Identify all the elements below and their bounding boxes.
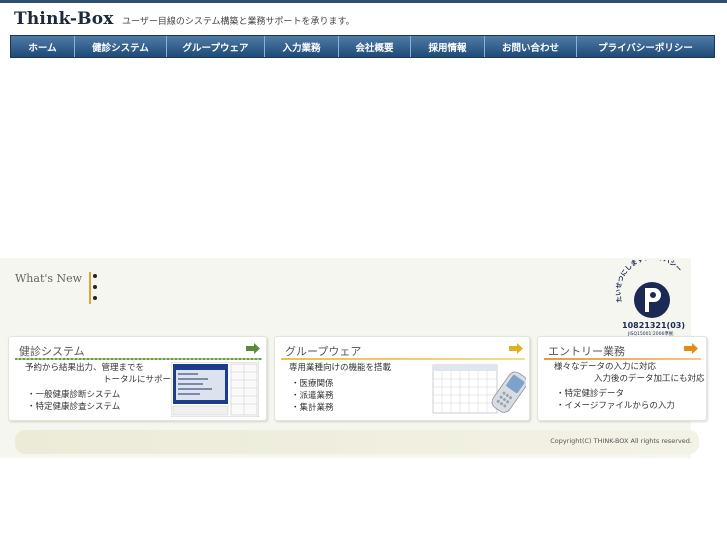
arrow-right-icon[interactable] <box>684 343 698 354</box>
card-divider <box>544 358 701 360</box>
list-item[interactable]: ・特定健康診査システム <box>27 401 120 413</box>
news-title: What's New <box>15 272 83 285</box>
card-title: グループウェア <box>285 345 362 358</box>
site-tagline: ユーザー目線のシステム構築と業務サポートを承ります。 <box>122 17 355 27</box>
news-divider <box>89 272 91 304</box>
arrow-right-icon[interactable] <box>509 343 523 354</box>
nav-recruit[interactable]: 採用情報 <box>411 36 485 57</box>
card-list: ・特定健診データ ・イメージファイルからの入力 <box>556 388 675 412</box>
nav-company[interactable]: 会社概要 <box>339 36 411 57</box>
news-item[interactable] <box>93 271 101 282</box>
card-description: 様々なデータの入力に対応 <box>554 362 657 372</box>
list-item[interactable]: ・一般健康診断システム <box>27 389 120 401</box>
nav-groupware[interactable]: グループウェア <box>167 36 265 57</box>
hero-area <box>10 60 715 255</box>
card-divider <box>281 358 525 360</box>
list-item[interactable]: ・医療関係 <box>291 378 334 390</box>
card-title: エントリー業務 <box>548 345 625 358</box>
kenshin-screenshot-thumbnail <box>171 362 259 417</box>
card-description: 専用業種向けの機能を搭載 <box>289 363 392 373</box>
bullet-icon <box>93 284 97 289</box>
card-entry-services[interactable]: エントリー業務 様々なデータの入力に対応 入力後のデータ加工にも対応 ・特定健診… <box>537 336 707 421</box>
nav-kenshin-system[interactable]: 健診システム <box>75 36 167 57</box>
nav-home[interactable]: ホーム <box>11 36 75 57</box>
news-item[interactable] <box>93 282 101 293</box>
nav-privacy-policy[interactable]: プライバシーポリシー <box>577 36 714 57</box>
news-list <box>93 271 101 304</box>
nav-input-services[interactable]: 入力業務 <box>265 36 339 57</box>
card-list: ・医療関係 ・派遣業務 ・集計業務 <box>291 378 334 414</box>
card-description-2: トータルにサポート <box>103 375 180 385</box>
card-divider <box>15 358 262 360</box>
card-groupware[interactable]: グループウェア 専用業種向けの機能を搭載 ・医療関係 ・派遣業務 ・集計業務 <box>274 336 530 421</box>
list-item[interactable]: ・イメージファイルからの入力 <box>556 400 675 412</box>
groupware-screenshot-thumbnail <box>432 364 526 414</box>
bullet-icon <box>93 295 97 300</box>
news-item[interactable] <box>93 293 101 304</box>
card-description: 予約から結果出力、管理までを <box>25 363 145 373</box>
card-title: 健診システム <box>19 345 85 358</box>
bullet-icon <box>93 273 97 278</box>
card-description-2: 入力後のデータ加工にも対応 <box>594 374 705 384</box>
site-logo[interactable]: Think-Box <box>14 9 114 29</box>
arrow-right-icon[interactable] <box>246 343 260 354</box>
card-list: ・一般健康診断システム ・特定健康診査システム <box>27 389 120 413</box>
privacy-mark-number: 10821321(03) <box>622 321 685 330</box>
top-accent-line <box>0 0 727 3</box>
main-nav: ホーム 健診システム グループウェア 入力業務 会社概要 採用情報 お問い合わせ… <box>10 35 715 58</box>
card-kenshin-system[interactable]: 健診システム 予約から結果出力、管理までを トータルにサポート ・一般健康診断シ… <box>8 336 267 421</box>
nav-contact[interactable]: お問い合わせ <box>485 36 577 57</box>
header: Think-Box ユーザー目線のシステム構築と業務サポートを承ります。 <box>10 8 715 32</box>
list-item[interactable]: ・集計業務 <box>291 402 334 414</box>
list-item[interactable]: ・特定健診データ <box>556 388 675 400</box>
copyright-text: Copyright(C) THINK-BOX All rights reserv… <box>550 437 692 445</box>
list-item[interactable]: ・派遣業務 <box>291 390 334 402</box>
